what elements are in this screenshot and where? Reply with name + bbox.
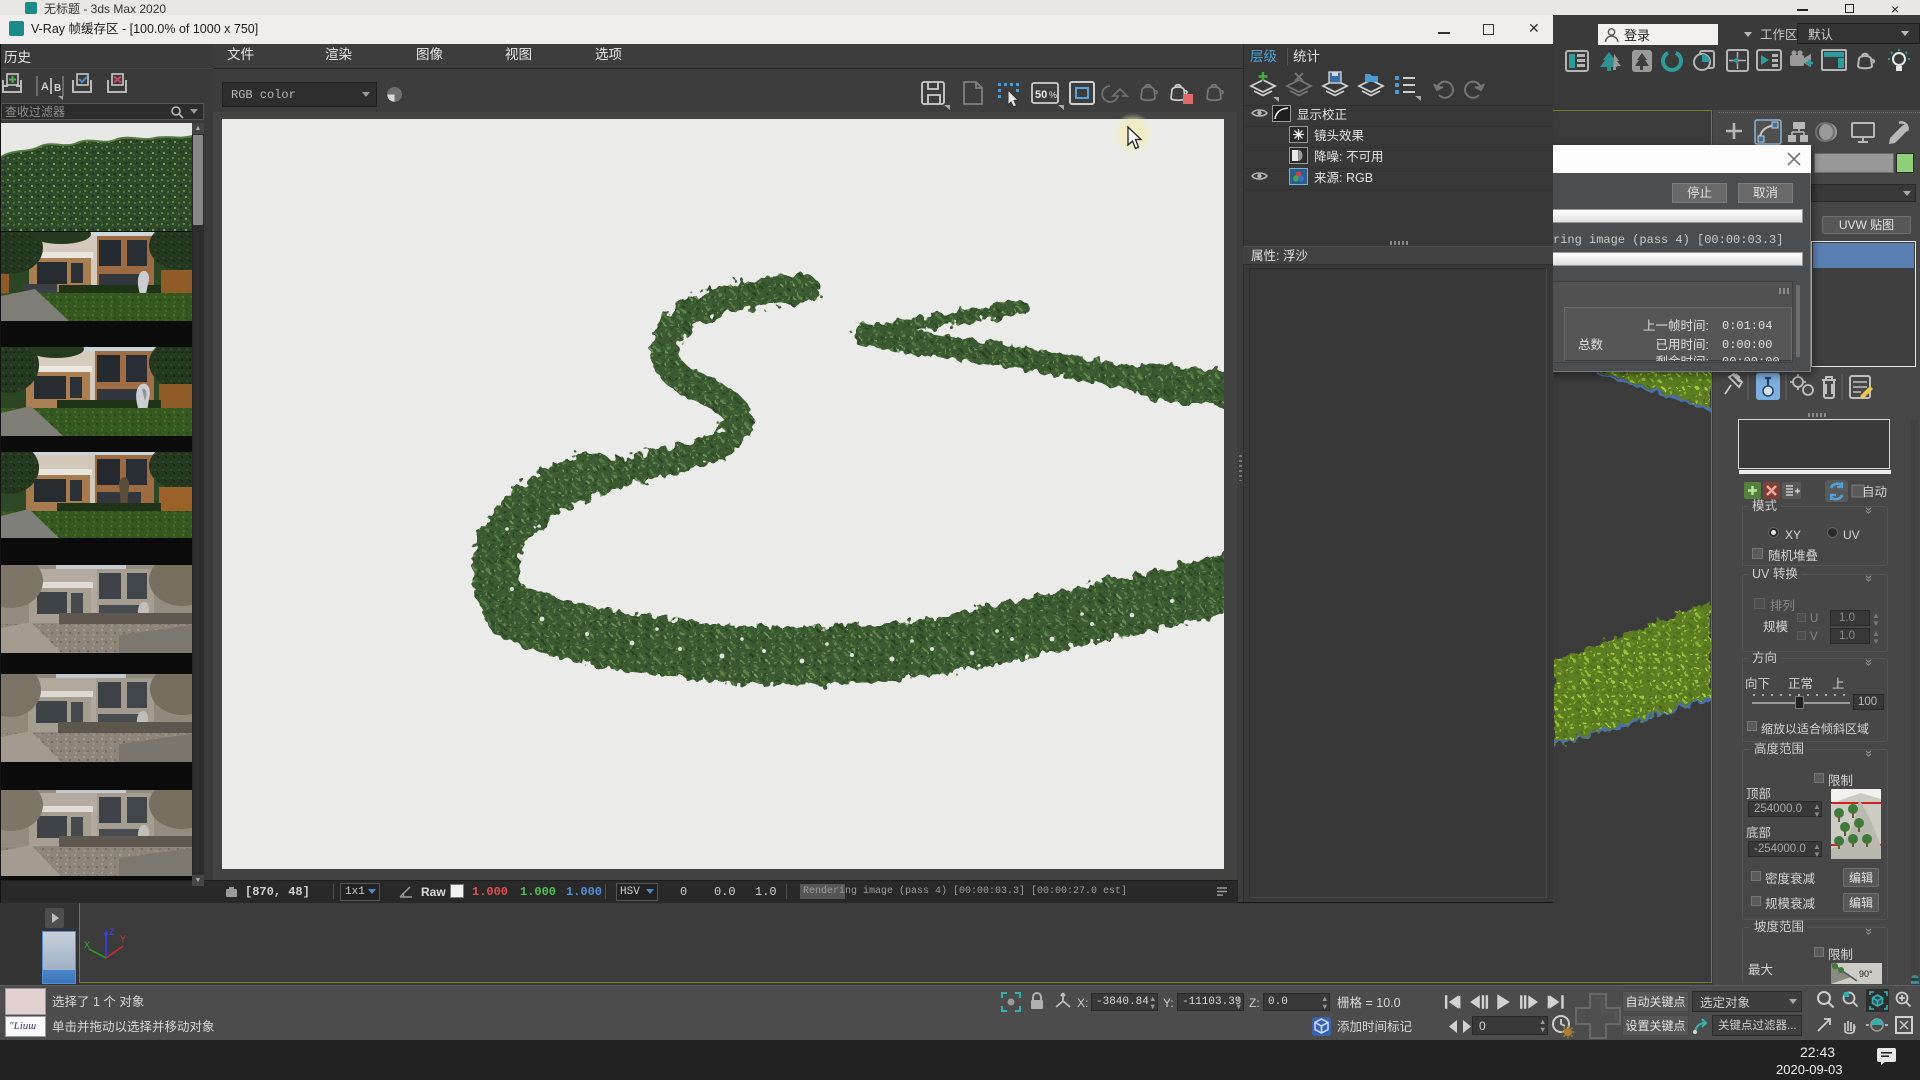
svg-text:B: B	[54, 83, 61, 94]
svg-text:90°: 90°	[1859, 969, 1873, 979]
svg-text:50: 50	[1035, 89, 1047, 101]
svg-text:%: %	[1049, 90, 1057, 100]
svg-text:X: X	[84, 940, 90, 950]
svg-text:A: A	[41, 81, 49, 93]
svg-text:Y: Y	[120, 934, 126, 944]
svg-text:Z: Z	[109, 927, 115, 937]
